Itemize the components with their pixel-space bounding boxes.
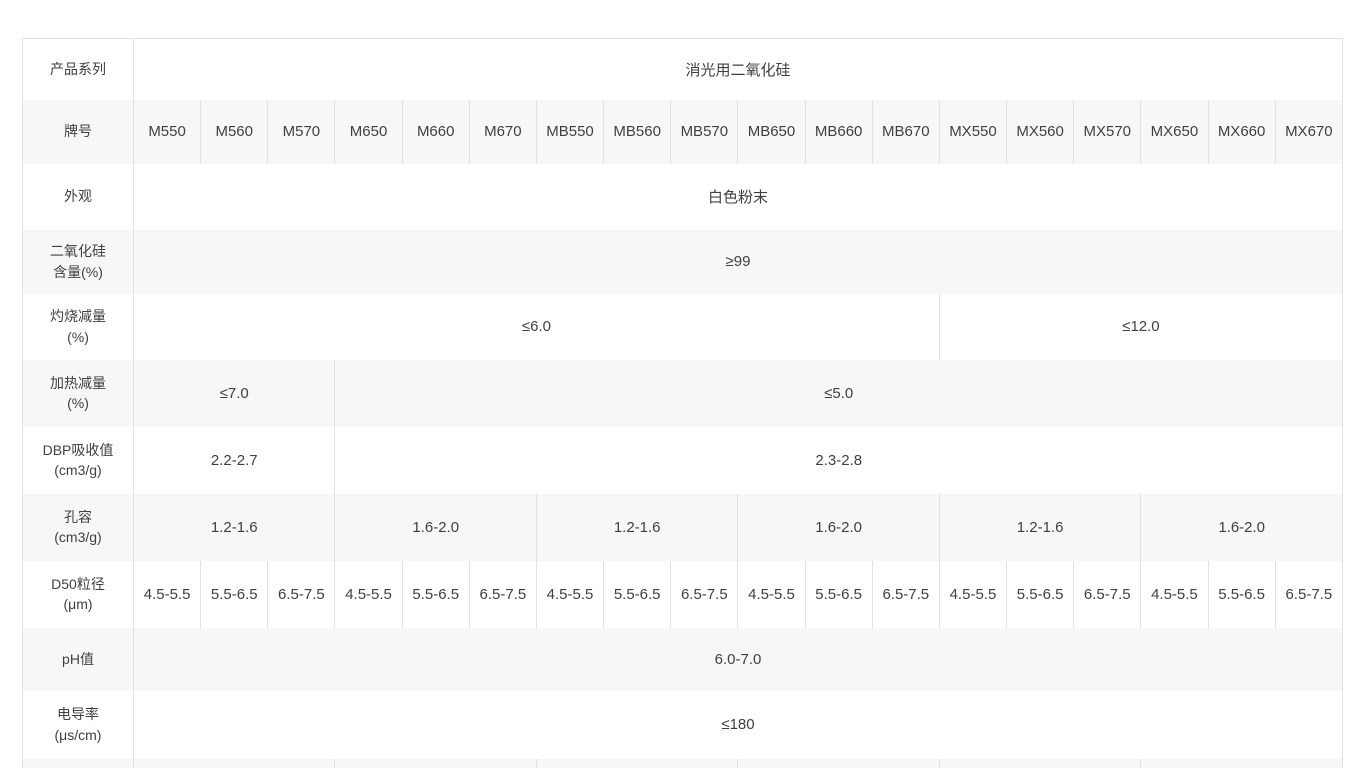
row-label-loss-on-ignition: 灼烧减量 (%)	[23, 294, 134, 360]
value-cell: 6.5-7.5	[268, 561, 335, 628]
table-row-conductivity: 电导率 (μs/cm)≤180	[23, 691, 1343, 759]
value-cell: M650	[335, 100, 402, 164]
table-row-loss-on-heating: 加热减量 (%)≤7.0≤5.0	[23, 360, 1343, 427]
spec-table-body: 产品系列消光用二氧化硅牌号M550M560M570M650M660M670MB5…	[23, 39, 1343, 768]
value-cell	[738, 759, 939, 768]
value-cell: 6.5-7.5	[1074, 561, 1141, 628]
row-label-conductivity: 电导率 (μs/cm)	[23, 691, 134, 759]
value-cell: 2.3-2.8	[335, 427, 1343, 494]
value-cell: 1.2-1.6	[536, 494, 737, 561]
value-cell: 1.2-1.6	[939, 494, 1140, 561]
row-label-appearance: 外观	[23, 164, 134, 230]
value-cell: 6.5-7.5	[1275, 561, 1342, 628]
value-cell: 5.5-6.5	[402, 561, 469, 628]
table-row-appearance: 外观白色粉末	[23, 164, 1343, 230]
value-cell: M670	[469, 100, 536, 164]
value-cell	[1141, 759, 1343, 768]
value-cell: 5.5-6.5	[1208, 561, 1275, 628]
value-cell: MB560	[604, 100, 671, 164]
table-row-dbp-absorption: DBP吸收值 (cm3/g)2.2-2.72.3-2.8	[23, 427, 1343, 494]
value-cell: 1.2-1.6	[134, 494, 335, 561]
table-row-silica-content: 二氧化硅 含量(%)≥99	[23, 230, 1343, 294]
product-spec-table: 产品系列消光用二氧化硅牌号M550M560M570M650M660M670MB5…	[22, 38, 1343, 768]
value-cell	[536, 759, 737, 768]
value-cell: M570	[268, 100, 335, 164]
row-label-grade: 牌号	[23, 100, 134, 164]
value-cell: 4.5-5.5	[134, 561, 201, 628]
value-cell: 1.6-2.0	[1141, 494, 1343, 561]
value-cell: 1.6-2.0	[335, 494, 536, 561]
value-cell: ≤6.0	[134, 294, 940, 360]
value-cell: ≤180	[134, 691, 1343, 759]
product-spec-table-container: 产品系列消光用二氧化硅牌号M550M560M570M650M660M670MB5…	[22, 38, 1343, 768]
value-cell	[335, 759, 536, 768]
value-cell: 4.5-5.5	[738, 561, 805, 628]
table-row-pore-volume: 孔容 (cm3/g)1.2-1.61.6-2.01.2-1.61.6-2.01.…	[23, 494, 1343, 561]
value-cell: 1.6-2.0	[738, 494, 939, 561]
value-cell: 6.5-7.5	[469, 561, 536, 628]
row-label-loss-on-heating: 加热减量 (%)	[23, 360, 134, 427]
value-cell	[939, 759, 1140, 768]
value-cell: ≤5.0	[335, 360, 1343, 427]
value-cell: MX550	[939, 100, 1006, 164]
value-cell: ≤12.0	[939, 294, 1342, 360]
table-row-product-series: 产品系列消光用二氧化硅	[23, 39, 1343, 100]
value-cell: MB570	[671, 100, 738, 164]
value-cell: MB550	[536, 100, 603, 164]
row-label-d50-particle-size: D50粒径 (μm)	[23, 561, 134, 628]
value-cell: 4.5-5.5	[335, 561, 402, 628]
value-cell: ≤7.0	[134, 360, 335, 427]
value-cell: M560	[201, 100, 268, 164]
table-row-ph-value: pH值6.0-7.0	[23, 628, 1343, 691]
value-cell: 6.5-7.5	[671, 561, 738, 628]
value-cell: MX660	[1208, 100, 1275, 164]
row-label-ph-value: pH值	[23, 628, 134, 691]
value-cell: 消光用二氧化硅	[134, 39, 1343, 100]
value-cell: 6.0-7.0	[134, 628, 1343, 691]
table-row-partial-row	[23, 759, 1343, 768]
value-cell: 白色粉末	[134, 164, 1343, 230]
value-cell: 5.5-6.5	[604, 561, 671, 628]
value-cell: MX570	[1074, 100, 1141, 164]
value-cell: 2.2-2.7	[134, 427, 335, 494]
value-cell: MB670	[872, 100, 939, 164]
row-label-dbp-absorption: DBP吸收值 (cm3/g)	[23, 427, 134, 494]
value-cell: 4.5-5.5	[536, 561, 603, 628]
row-label-silica-content: 二氧化硅 含量(%)	[23, 230, 134, 294]
row-label-product-series: 产品系列	[23, 39, 134, 100]
value-cell: 6.5-7.5	[872, 561, 939, 628]
row-label-partial-row	[23, 759, 134, 768]
value-cell: ≥99	[134, 230, 1343, 294]
value-cell: 5.5-6.5	[1007, 561, 1074, 628]
value-cell: M660	[402, 100, 469, 164]
value-cell: MB650	[738, 100, 805, 164]
value-cell: 4.5-5.5	[1141, 561, 1208, 628]
value-cell: MX650	[1141, 100, 1208, 164]
value-cell: M550	[134, 100, 201, 164]
table-row-d50-particle-size: D50粒径 (μm)4.5-5.55.5-6.56.5-7.54.5-5.55.…	[23, 561, 1343, 628]
value-cell	[134, 759, 335, 768]
value-cell: 5.5-6.5	[201, 561, 268, 628]
value-cell: MB660	[805, 100, 872, 164]
value-cell: MX670	[1275, 100, 1342, 164]
value-cell: 4.5-5.5	[939, 561, 1006, 628]
value-cell: 5.5-6.5	[805, 561, 872, 628]
table-row-grade: 牌号M550M560M570M650M660M670MB550MB560MB57…	[23, 100, 1343, 164]
row-label-pore-volume: 孔容 (cm3/g)	[23, 494, 134, 561]
table-row-loss-on-ignition: 灼烧减量 (%)≤6.0≤12.0	[23, 294, 1343, 360]
value-cell: MX560	[1007, 100, 1074, 164]
